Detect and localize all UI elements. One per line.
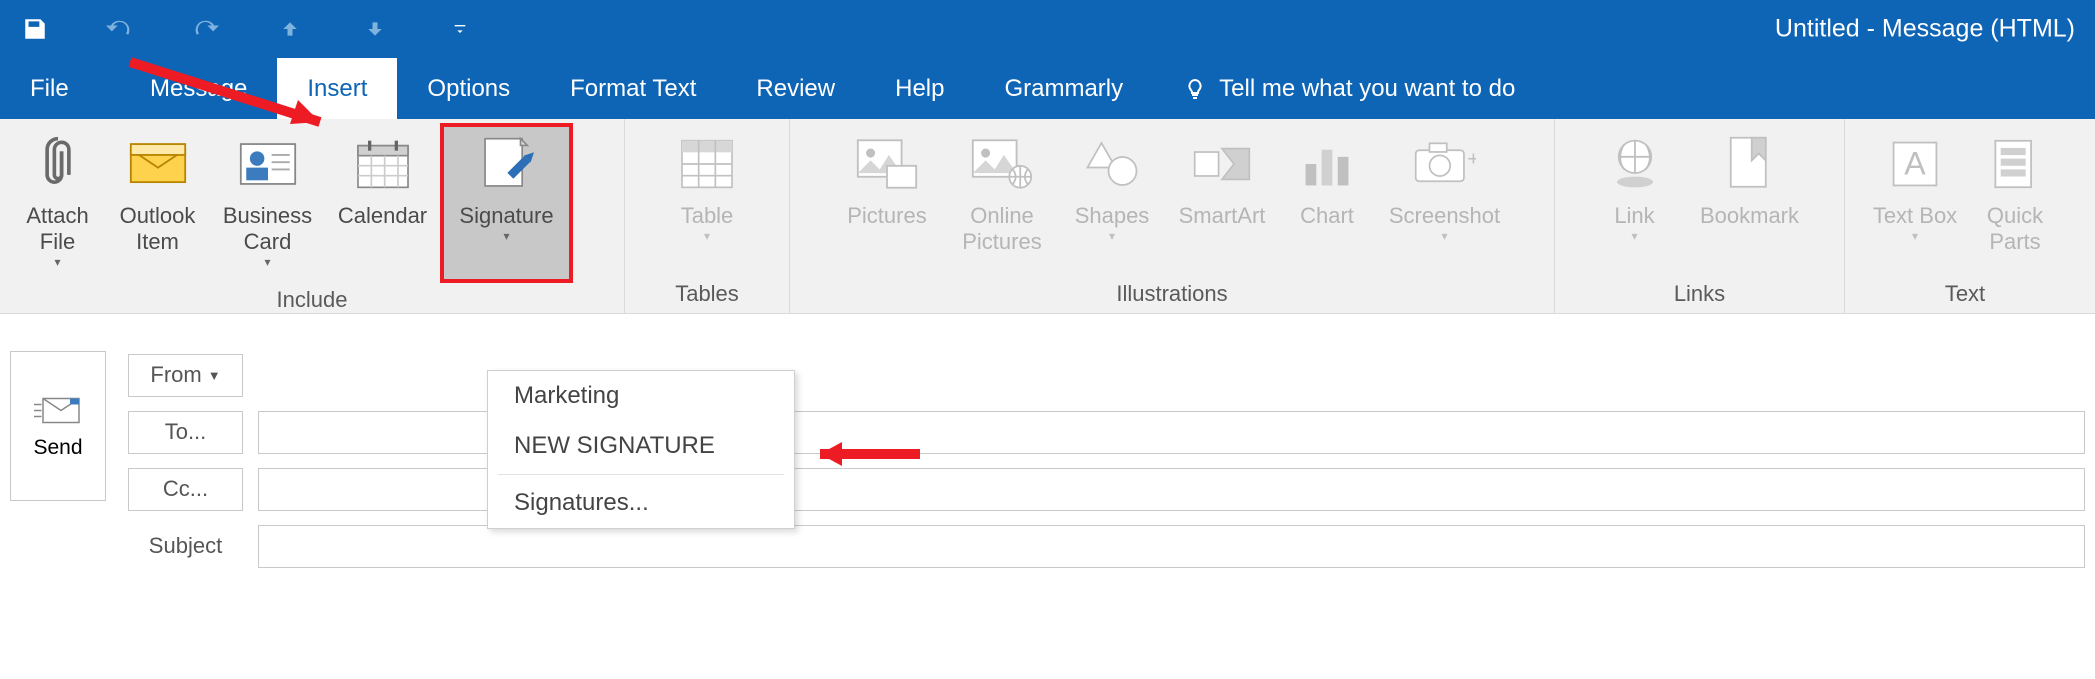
signature-label: Signature — [459, 203, 553, 229]
shapes-button[interactable]: Shapes ▾ — [1060, 127, 1165, 243]
send-label: Send — [33, 436, 82, 460]
to-label: To... — [165, 419, 207, 445]
chart-icon — [1300, 129, 1354, 199]
svg-text:+: + — [1467, 148, 1476, 171]
send-icon — [34, 392, 82, 426]
quick-access-toolbar — [20, 14, 475, 44]
subject-label: Subject — [128, 533, 243, 559]
text-box-button[interactable]: A Text Box ▾ — [1865, 127, 1965, 243]
chart-button[interactable]: Chart — [1280, 127, 1375, 231]
from-label: From — [150, 362, 201, 388]
group-include-label: Include — [10, 283, 614, 315]
compose-area: Send From ▼ To... Cc... Subject — [0, 314, 2095, 577]
quick-parts-label: Quick Parts — [1971, 203, 2059, 255]
online-pictures-label: Online Pictures — [951, 203, 1054, 255]
group-text: A Text Box ▾ Quick Parts Text — [1845, 119, 2085, 313]
cc-button[interactable]: Cc... — [128, 468, 243, 511]
group-links-label: Links — [1565, 277, 1834, 309]
pictures-button[interactable]: Pictures — [830, 127, 945, 231]
group-illustrations: Pictures Online Pictures Shapes ▾ Smart — [790, 119, 1555, 313]
tab-options[interactable]: Options — [397, 58, 540, 119]
online-pictures-icon — [971, 129, 1033, 199]
screenshot-button[interactable]: + Screenshot ▾ — [1375, 127, 1515, 243]
smartart-icon — [1193, 129, 1251, 199]
business-card-label: Business Card — [216, 203, 319, 255]
pictures-label: Pictures — [847, 203, 926, 229]
signature-menu-new[interactable]: NEW SIGNATURE — [488, 421, 794, 471]
quick-parts-button[interactable]: Quick Parts — [1965, 127, 2065, 257]
tab-format-text[interactable]: Format Text — [540, 58, 726, 119]
window-title: Untitled - Message (HTML) — [1775, 15, 2075, 44]
chevron-down-icon: ▾ — [503, 231, 509, 241]
chevron-down-icon: ▾ — [264, 257, 270, 267]
group-tables: Table ▾ Tables — [625, 119, 790, 313]
table-label: Table — [681, 203, 734, 229]
signature-icon — [480, 129, 534, 199]
signature-button[interactable]: Signature ▾ — [440, 123, 573, 283]
group-illustrations-label: Illustrations — [800, 277, 1544, 309]
link-button[interactable]: Link ▾ — [1585, 127, 1685, 243]
calendar-label: Calendar — [338, 203, 427, 229]
quick-parts-icon — [1990, 129, 2040, 199]
send-button[interactable]: Send — [10, 351, 106, 501]
to-button[interactable]: To... — [128, 411, 243, 454]
tab-file[interactable]: File — [0, 58, 120, 119]
redo-icon[interactable] — [190, 14, 220, 44]
from-button[interactable]: From ▼ — [128, 354, 243, 397]
lightbulb-icon — [1183, 77, 1207, 101]
chart-label: Chart — [1300, 203, 1354, 229]
chevron-down-icon: ▾ — [1631, 231, 1637, 241]
undo-icon[interactable] — [105, 14, 135, 44]
group-links: Link ▾ Bookmark Links — [1555, 119, 1845, 313]
attach-file-label: Attach File — [16, 203, 99, 255]
svg-text:A: A — [1904, 146, 1926, 182]
title-bar: Untitled - Message (HTML) — [0, 0, 2095, 58]
chevron-down-icon: ▾ — [1912, 231, 1918, 241]
chevron-down-icon: ▾ — [704, 231, 710, 241]
outlook-item-label: Outlook Item — [111, 203, 204, 255]
smartart-label: SmartArt — [1179, 203, 1266, 229]
shapes-icon — [1084, 129, 1140, 199]
attach-file-button[interactable]: Attach File ▾ — [10, 127, 105, 269]
table-icon — [680, 129, 734, 199]
bookmark-button[interactable]: Bookmark — [1685, 127, 1815, 231]
bookmark-icon — [1726, 129, 1774, 199]
signature-menu-marketing[interactable]: Marketing — [488, 371, 794, 421]
signature-menu-signatures[interactable]: Signatures... — [488, 478, 794, 528]
cc-label: Cc... — [163, 476, 208, 502]
chevron-down-icon: ▾ — [54, 257, 60, 267]
group-text-label: Text — [1855, 277, 2075, 309]
save-icon[interactable] — [20, 14, 50, 44]
textbox-icon: A — [1890, 129, 1940, 199]
down-arrow-icon[interactable] — [360, 14, 390, 44]
tab-review[interactable]: Review — [726, 58, 865, 119]
text-box-label: Text Box — [1873, 203, 1957, 229]
chevron-down-icon: ▼ — [208, 368, 221, 383]
camera-icon: + — [1414, 129, 1476, 199]
tell-me-label: Tell me what you want to do — [1219, 75, 1515, 103]
signature-dropdown: Marketing NEW SIGNATURE Signatures... — [487, 370, 795, 529]
customize-qat-icon[interactable] — [445, 14, 475, 44]
group-tables-label: Tables — [635, 277, 779, 309]
screenshot-label: Screenshot — [1389, 203, 1500, 229]
link-label: Link — [1614, 203, 1654, 229]
menu-separator — [498, 474, 784, 475]
shapes-label: Shapes — [1075, 203, 1150, 229]
annotation-arrow-insert — [120, 52, 370, 152]
globe-link-icon — [1608, 129, 1662, 199]
chevron-down-icon: ▾ — [1441, 231, 1447, 241]
online-pictures-button[interactable]: Online Pictures — [945, 127, 1060, 257]
smartart-button[interactable]: SmartArt — [1165, 127, 1280, 231]
picture-icon — [856, 129, 918, 199]
subject-input[interactable] — [258, 525, 2085, 568]
table-button[interactable]: Table ▾ — [655, 127, 760, 243]
bookmark-label: Bookmark — [1700, 203, 1799, 229]
paperclip-icon — [36, 129, 80, 199]
chevron-down-icon: ▾ — [1109, 231, 1115, 241]
tab-grammarly[interactable]: Grammarly — [974, 58, 1153, 119]
up-arrow-icon[interactable] — [275, 14, 305, 44]
annotation-arrow-new-signature — [800, 434, 930, 474]
tab-help[interactable]: Help — [865, 58, 974, 119]
tell-me-box[interactable]: Tell me what you want to do — [1183, 58, 1515, 119]
